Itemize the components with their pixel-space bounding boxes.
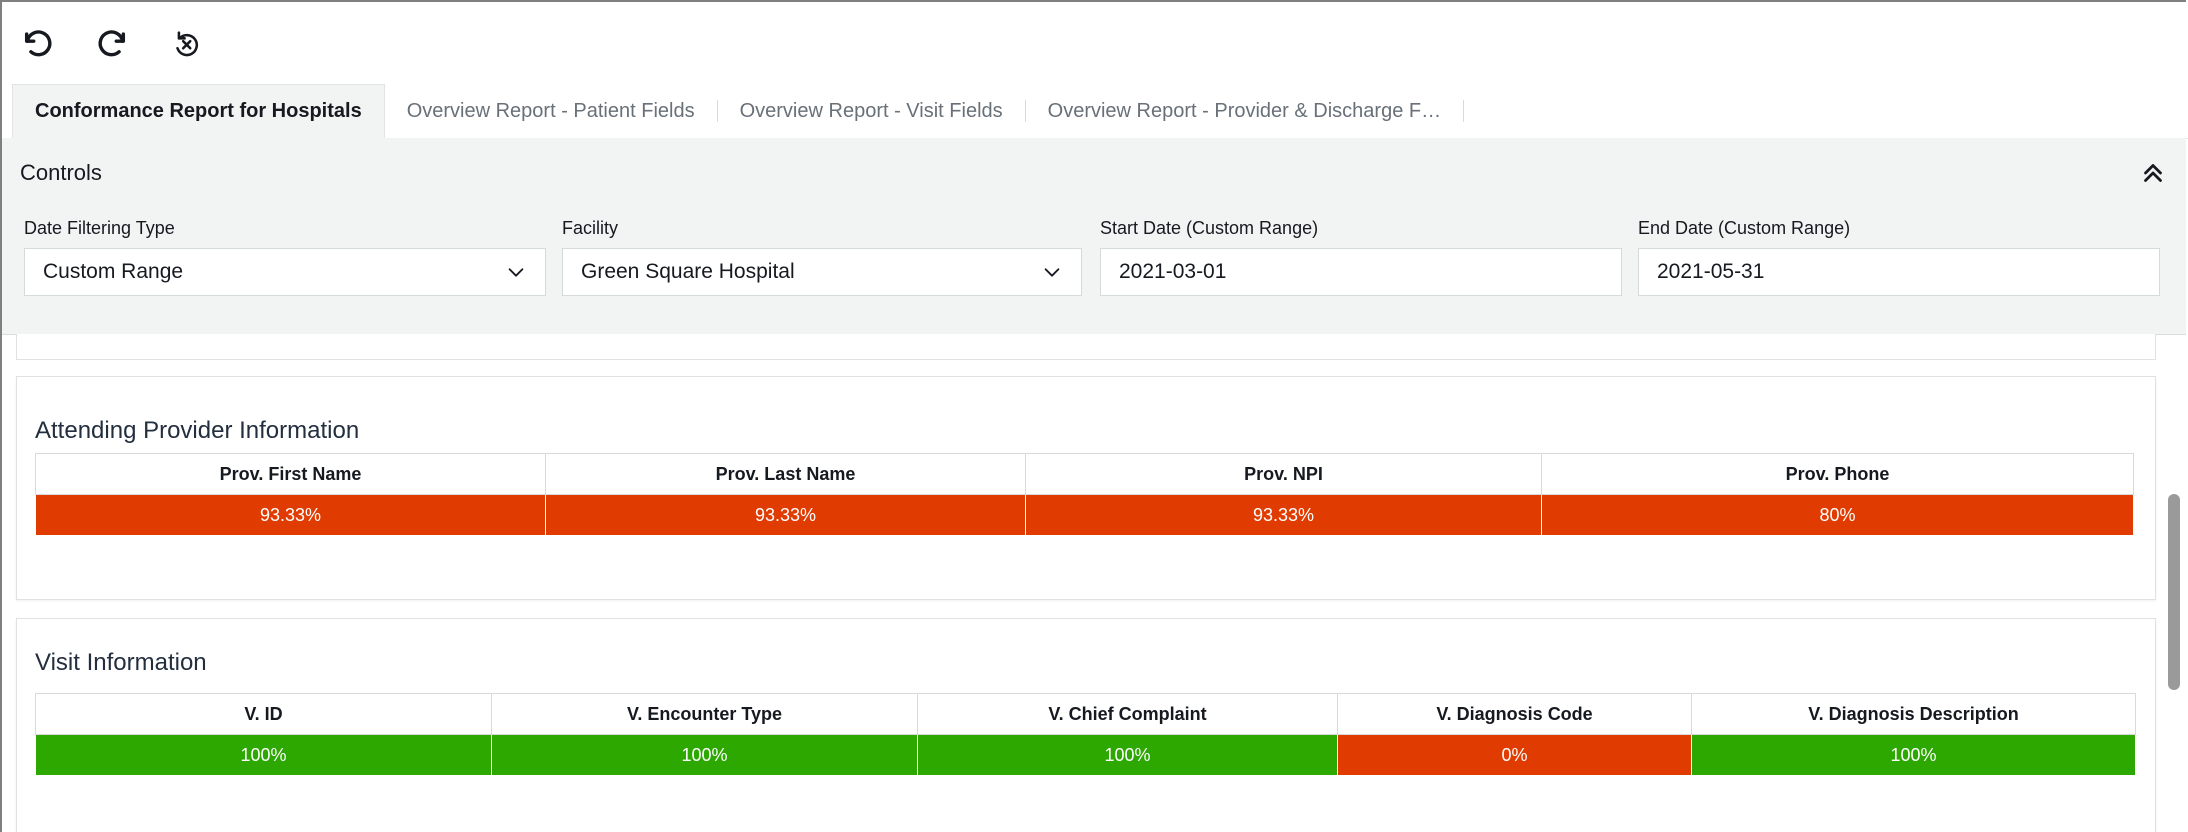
undo-button[interactable] bbox=[18, 24, 58, 64]
attending-provider-table: Prov. First Name Prov. Last Name Prov. N… bbox=[35, 453, 2134, 536]
column-header[interactable]: V. Diagnosis Code bbox=[1337, 693, 1692, 735]
table-cell[interactable]: 0% bbox=[1337, 734, 1692, 776]
tab-divider bbox=[1463, 100, 1465, 122]
start-date-value: 2021-03-01 bbox=[1119, 260, 1227, 283]
redo-button[interactable] bbox=[92, 24, 132, 64]
column-header[interactable]: V. Chief Complaint bbox=[917, 693, 1338, 735]
table-cell[interactable]: 100% bbox=[917, 734, 1338, 776]
sheet-tabs: Conformance Report for Hospitals Overvie… bbox=[12, 84, 2188, 139]
column-header[interactable]: Prov. First Name bbox=[35, 453, 546, 495]
column-header[interactable]: Prov. Last Name bbox=[545, 453, 1026, 495]
facility-value: Green Square Hospital bbox=[581, 260, 795, 283]
table-cell[interactable]: 93.33% bbox=[1025, 494, 1542, 536]
date-filtering-type-value: Custom Range bbox=[43, 260, 184, 283]
end-date-input[interactable]: 2021-05-31 bbox=[1638, 248, 2160, 296]
table-header-row: Prov. First Name Prov. Last Name Prov. N… bbox=[35, 453, 2134, 495]
table-cell[interactable]: 100% bbox=[491, 734, 918, 776]
end-date-label: End Date (Custom Range) bbox=[1638, 218, 1851, 238]
table-cell[interactable]: 80% bbox=[1541, 494, 2134, 536]
attending-provider-panel: Attending Provider Information Prov. Fir… bbox=[16, 376, 2156, 600]
visit-information-panel: Visit Information V. ID V. Encounter Typ… bbox=[16, 618, 2156, 832]
controls-title: Controls bbox=[20, 160, 102, 185]
table-cell[interactable]: 100% bbox=[1691, 734, 2136, 776]
chevron-down-icon bbox=[1044, 268, 1060, 277]
tab-conformance-report[interactable]: Conformance Report for Hospitals bbox=[12, 84, 385, 138]
table-cell[interactable]: 93.33% bbox=[545, 494, 1026, 536]
collapse-controls-icon[interactable] bbox=[2138, 158, 2168, 188]
column-header[interactable]: Prov. NPI bbox=[1025, 453, 1542, 495]
tab-overview-patient-fields[interactable]: Overview Report - Patient Fields bbox=[385, 84, 717, 138]
attending-provider-title: Attending Provider Information bbox=[35, 417, 360, 444]
visit-information-title: Visit Information bbox=[35, 649, 207, 676]
chevron-down-icon bbox=[508, 268, 524, 277]
scrollbar-thumb[interactable] bbox=[2168, 494, 2180, 690]
redo-icon bbox=[98, 30, 126, 57]
table-cell[interactable]: 100% bbox=[35, 734, 492, 776]
table-row: 93.33% 93.33% 93.33% 80% bbox=[35, 494, 2134, 536]
column-header[interactable]: Prov. Phone bbox=[1541, 453, 2134, 495]
reset-icon bbox=[176, 31, 199, 57]
column-header[interactable]: V. ID bbox=[35, 693, 492, 735]
toolbar bbox=[18, 22, 206, 66]
reset-button[interactable] bbox=[166, 24, 206, 64]
table-cell[interactable]: 93.33% bbox=[35, 494, 546, 536]
tab-overview-provider-discharge[interactable]: Overview Report - Provider & Discharge F… bbox=[1026, 84, 1463, 138]
undo-icon bbox=[24, 30, 52, 57]
start-date-input[interactable]: 2021-03-01 bbox=[1100, 248, 1622, 296]
controls-panel: Controls Date Filtering Type Custom Rang… bbox=[2, 138, 2186, 335]
table-header-row: V. ID V. Encounter Type V. Chief Complai… bbox=[35, 693, 2136, 735]
visual-panel-partial bbox=[16, 334, 2156, 360]
facility-select[interactable]: Green Square Hospital bbox=[562, 248, 1082, 296]
column-header[interactable]: V. Encounter Type bbox=[491, 693, 918, 735]
table-row: 100% 100% 100% 0% 100% bbox=[35, 734, 2136, 776]
visit-information-table: V. ID V. Encounter Type V. Chief Complai… bbox=[35, 693, 2136, 776]
tab-overview-visit-fields[interactable]: Overview Report - Visit Fields bbox=[718, 84, 1025, 138]
date-filtering-type-label: Date Filtering Type bbox=[24, 218, 175, 238]
column-header[interactable]: V. Diagnosis Description bbox=[1691, 693, 2136, 735]
start-date-label: Start Date (Custom Range) bbox=[1100, 218, 1319, 238]
sheet-content: Attending Provider Information Prov. Fir… bbox=[2, 334, 2164, 832]
date-filtering-type-select[interactable]: Custom Range bbox=[24, 248, 546, 296]
facility-label: Facility bbox=[562, 218, 619, 238]
end-date-value: 2021-05-31 bbox=[1657, 260, 1765, 283]
